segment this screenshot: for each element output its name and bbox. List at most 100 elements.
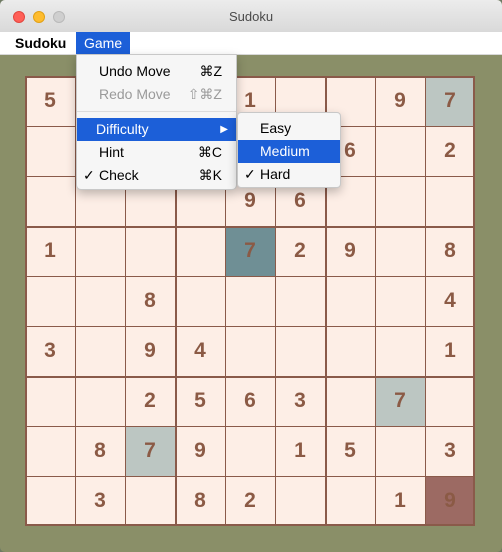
grid-line — [25, 76, 27, 526]
board-cell[interactable]: 7 — [225, 226, 275, 276]
board-cell[interactable] — [75, 376, 125, 426]
grid-line — [25, 226, 475, 228]
menu-sudoku[interactable]: Sudoku — [7, 32, 74, 54]
grid-line — [375, 76, 376, 526]
board-cell[interactable]: 8 — [425, 226, 475, 276]
board-cell[interactable] — [75, 226, 125, 276]
board-cell[interactable]: 9 — [125, 326, 175, 376]
grid-line — [25, 426, 475, 427]
board-cell[interactable]: 3 — [75, 476, 125, 526]
difficulty-submenu: Easy Medium ✓ Hard — [237, 112, 341, 188]
board-cell[interactable] — [175, 276, 225, 326]
board-cell[interactable]: 8 — [75, 426, 125, 476]
menu-item-hint[interactable]: Hint ⌘C — [77, 141, 236, 164]
board-cell[interactable]: 4 — [175, 326, 225, 376]
board-cell[interactable] — [125, 476, 175, 526]
board-cell[interactable]: 2 — [225, 476, 275, 526]
board-cell[interactable]: 5 — [25, 76, 75, 126]
board-cell[interactable] — [425, 376, 475, 426]
board-cell[interactable]: 2 — [125, 376, 175, 426]
board-cell[interactable] — [325, 476, 375, 526]
board-cell[interactable] — [175, 226, 225, 276]
board-cell[interactable]: 3 — [275, 376, 325, 426]
board-cell[interactable] — [275, 326, 325, 376]
hint-shortcut: ⌘C — [197, 144, 222, 160]
redo-move-label: Redo Move — [99, 86, 171, 102]
board-cell[interactable]: 9 — [325, 226, 375, 276]
board-cell[interactable]: 8 — [175, 476, 225, 526]
board-cell[interactable]: 9 — [175, 426, 225, 476]
submenu-arrow-icon: ▶ — [220, 124, 228, 135]
checkmark-icon: ✓ — [83, 167, 95, 183]
board-cell[interactable] — [25, 126, 75, 176]
sudoku-window: Sudoku Sudoku Game 519762961729884394125… — [0, 0, 502, 552]
board-cell[interactable]: 2 — [425, 126, 475, 176]
board-cell[interactable]: 5 — [175, 376, 225, 426]
board-cell[interactable] — [225, 426, 275, 476]
board-cell[interactable] — [25, 426, 75, 476]
menu-bar: Sudoku Game — [0, 32, 502, 55]
board-cell[interactable]: 6 — [225, 376, 275, 426]
board-cell[interactable] — [425, 176, 475, 226]
board-cell[interactable] — [275, 276, 325, 326]
board-cell[interactable]: 8 — [125, 276, 175, 326]
easy-label: Easy — [260, 120, 292, 136]
board-cell[interactable] — [375, 176, 425, 226]
board-cell[interactable] — [75, 276, 125, 326]
board-cell[interactable]: 7 — [425, 76, 475, 126]
board-cell[interactable] — [375, 426, 425, 476]
board-cell[interactable]: 7 — [375, 376, 425, 426]
board-cell[interactable] — [25, 276, 75, 326]
board-cell[interactable] — [25, 476, 75, 526]
board-cell[interactable]: 9 — [375, 76, 425, 126]
board-cell[interactable] — [125, 226, 175, 276]
game-menu-dropdown: Undo Move ⌘Z Redo Move ⇧⌘Z Difficulty ▶ … — [76, 54, 237, 190]
board-cell[interactable] — [375, 226, 425, 276]
menu-item-hard[interactable]: ✓ Hard — [238, 163, 340, 186]
board-cell[interactable]: 5 — [325, 426, 375, 476]
hard-label: Hard — [260, 166, 291, 182]
grid-line — [25, 476, 475, 477]
board-cell[interactable]: 4 — [425, 276, 475, 326]
menu-game[interactable]: Game — [76, 32, 131, 54]
menu-item-medium[interactable]: Medium — [238, 140, 340, 163]
undo-move-shortcut: ⌘Z — [199, 63, 222, 79]
board-cell[interactable] — [325, 376, 375, 426]
grid-line — [25, 376, 475, 378]
checkmark-icon: ✓ — [244, 166, 256, 182]
hint-label: Hint — [99, 144, 124, 160]
check-label: Check — [99, 167, 139, 183]
board-cell[interactable] — [75, 326, 125, 376]
medium-label: Medium — [260, 143, 310, 159]
board-cell[interactable]: 3 — [425, 426, 475, 476]
board-cell[interactable] — [275, 476, 325, 526]
menu-item-difficulty[interactable]: Difficulty ▶ — [77, 118, 236, 141]
board-cell[interactable]: 1 — [425, 326, 475, 376]
grid-line — [25, 276, 475, 277]
grid-line — [25, 524, 475, 526]
board-cell[interactable]: 2 — [275, 226, 325, 276]
board-cell[interactable] — [25, 176, 75, 226]
board-cell[interactable] — [375, 126, 425, 176]
board-cell[interactable] — [225, 276, 275, 326]
board-cell[interactable] — [375, 276, 425, 326]
redo-move-shortcut: ⇧⌘Z — [187, 86, 222, 102]
board-cell[interactable] — [325, 276, 375, 326]
board-cell[interactable]: 7 — [125, 426, 175, 476]
menu-item-easy[interactable]: Easy — [238, 117, 340, 140]
difficulty-label: Difficulty — [96, 121, 149, 137]
menu-item-check[interactable]: ✓ Check ⌘K — [77, 164, 236, 187]
board-cell[interactable]: 9 — [425, 476, 475, 526]
board-cell[interactable]: 1 — [275, 426, 325, 476]
board-cell[interactable] — [325, 326, 375, 376]
board-cell[interactable]: 3 — [25, 326, 75, 376]
board-cell[interactable]: 1 — [25, 226, 75, 276]
board-cell[interactable] — [25, 376, 75, 426]
board-cell[interactable]: 1 — [375, 476, 425, 526]
board-cell[interactable] — [225, 326, 275, 376]
check-shortcut: ⌘K — [198, 167, 222, 183]
board-cell[interactable] — [375, 326, 425, 376]
menu-item-redo-move: Redo Move ⇧⌘Z — [77, 83, 236, 106]
menu-item-undo-move[interactable]: Undo Move ⌘Z — [77, 60, 236, 83]
window-title: Sudoku — [228, 9, 274, 24]
